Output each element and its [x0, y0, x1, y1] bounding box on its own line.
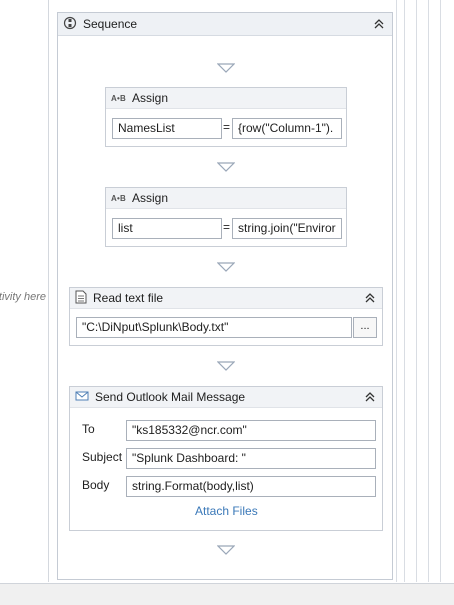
divider-line	[440, 0, 441, 582]
assign-icon: A•B	[111, 93, 126, 103]
assign-to-field[interactable]: list	[112, 218, 222, 239]
left-border-line	[48, 0, 49, 582]
assign-value-field[interactable]: {row("Column-1").	[232, 118, 342, 139]
to-label: To	[82, 422, 95, 436]
drop-arrow-icon[interactable]	[217, 63, 235, 73]
horizontal-scrollbar[interactable]	[0, 583, 454, 605]
send-outlook-mail-activity[interactable]: Send Outlook Mail Message To "ks185332@n…	[69, 386, 383, 531]
send-mail-title: Send Outlook Mail Message	[95, 390, 246, 404]
sequence-container[interactable]: Sequence A•B Assign NamesList = {row("Co…	[57, 12, 393, 580]
envelope-icon	[75, 390, 89, 405]
drop-arrow-icon[interactable]	[217, 162, 235, 172]
designer-canvas: Drop activity here Sequence	[0, 0, 454, 605]
sequence-header[interactable]: Sequence	[58, 13, 392, 36]
drop-activity-hint: Drop activity here	[0, 291, 46, 303]
read-text-file-header[interactable]: Read text file	[70, 288, 382, 309]
attach-files-link[interactable]: Attach Files	[195, 504, 258, 518]
document-icon	[75, 290, 87, 307]
assign-activity[interactable]: A•B Assign list = string.join("Enviror	[105, 187, 347, 247]
read-text-file-activity[interactable]: Read text file "C:\DiNput\Splunk\Body.tx…	[69, 287, 383, 346]
assign-header[interactable]: A•B Assign	[106, 188, 346, 209]
assign-to-field[interactable]: NamesList	[112, 118, 222, 139]
divider-line	[428, 0, 429, 582]
divider-line	[416, 0, 417, 582]
send-mail-header[interactable]: Send Outlook Mail Message	[70, 387, 382, 408]
subject-label: Subject	[82, 450, 123, 464]
assign-icon: A•B	[111, 193, 126, 203]
body-field[interactable]: string.Format(body,list)	[126, 476, 376, 497]
divider-line	[404, 0, 405, 582]
collapse-icon[interactable]	[372, 17, 386, 31]
subject-field[interactable]: "Splunk Dashboard: "	[126, 448, 376, 469]
assign-header[interactable]: A•B Assign	[106, 88, 346, 109]
to-field[interactable]: "ks185332@ncr.com"	[126, 420, 376, 441]
equals-sign: =	[223, 120, 231, 134]
sequence-icon	[63, 16, 77, 33]
assign-title: Assign	[131, 91, 168, 105]
sequence-title: Sequence	[83, 17, 138, 31]
drop-arrow-icon[interactable]	[217, 545, 235, 555]
assign-value-field[interactable]: string.join("Enviror	[232, 218, 342, 239]
collapse-icon[interactable]	[363, 390, 377, 404]
divider-line	[396, 0, 397, 582]
read-text-file-title: Read text file	[93, 291, 164, 305]
collapse-icon[interactable]	[363, 291, 377, 305]
body-label: Body	[82, 478, 110, 492]
file-path-field[interactable]: "C:\DiNput\Splunk\Body.txt"	[76, 317, 352, 338]
browse-button[interactable]: ...	[353, 317, 377, 338]
equals-sign: =	[223, 220, 231, 234]
assign-activity[interactable]: A•B Assign NamesList = {row("Column-1").	[105, 87, 347, 147]
drop-arrow-icon[interactable]	[217, 262, 235, 272]
drop-arrow-icon[interactable]	[217, 361, 235, 371]
assign-title: Assign	[131, 191, 168, 205]
